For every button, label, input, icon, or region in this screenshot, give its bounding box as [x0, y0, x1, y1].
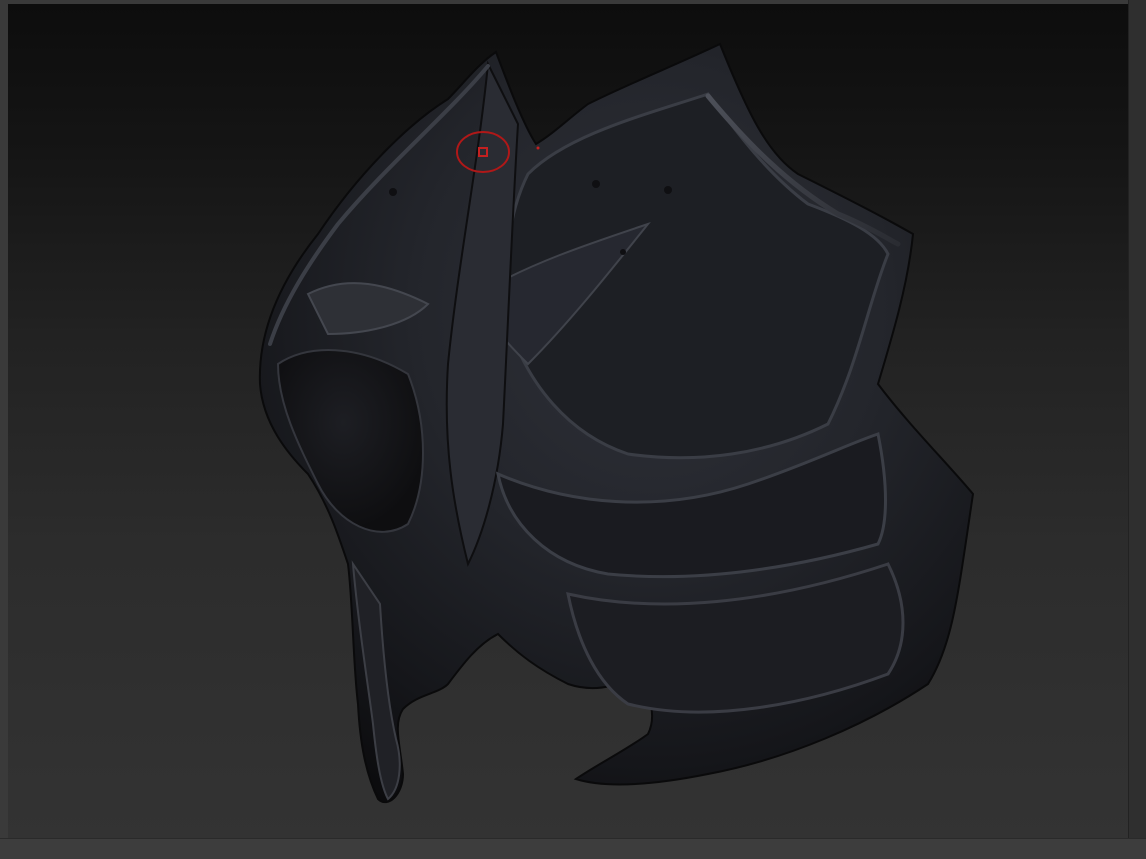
app-window	[0, 0, 1146, 859]
right-panel-edge	[1128, 0, 1146, 858]
detail-hole-4	[620, 249, 626, 255]
cheek-left	[276, 349, 424, 533]
3d-viewport-canvas[interactable]	[8, 4, 1128, 838]
brush-cursor-dot-icon	[536, 146, 540, 150]
detail-hole-1	[389, 188, 397, 196]
detail-hole-3	[664, 186, 672, 194]
detail-hole-2	[592, 180, 600, 188]
bottom-shelf	[0, 838, 1146, 859]
sculpt-model-mask[interactable]	[8, 4, 1128, 838]
